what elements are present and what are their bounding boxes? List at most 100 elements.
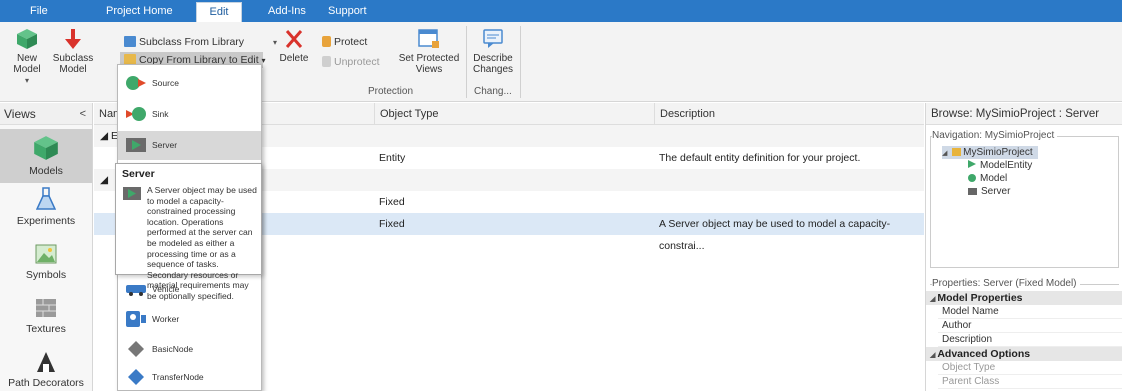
view-path-decorators[interactable]: Path Decorators	[0, 351, 92, 391]
delete-button[interactable]: Delete	[276, 28, 312, 64]
unprotect-button[interactable]: Unprotect	[322, 54, 380, 70]
dropdown-arrow-icon: ▾	[261, 56, 266, 65]
dropdown-item-source[interactable]: Source	[118, 69, 261, 98]
column-header-object-type[interactable]: Object Type	[374, 103, 654, 125]
server-icon	[123, 187, 141, 200]
new-model-label: New Model	[13, 53, 41, 75]
view-textures[interactable]: Textures	[0, 297, 92, 343]
tooltip-title: Server	[122, 168, 155, 180]
group-toggle[interactable]: ◢	[100, 169, 108, 191]
describe-changes-label-1: Describe	[473, 53, 513, 64]
property-row[interactable]: Object Type	[938, 361, 1122, 375]
path-decorators-icon	[37, 352, 55, 372]
cube-icon	[17, 29, 37, 49]
tree-item-modelentity[interactable]: ModelEntity	[968, 159, 1032, 172]
property-row[interactable]: Author	[938, 319, 1122, 333]
tooltip-text: A Server object may be used to model a c…	[147, 185, 257, 301]
cell-description: A Server object may be used to model a c…	[659, 218, 891, 252]
delete-label: Delete	[279, 53, 309, 64]
group-toggle[interactable]: ◢ E	[100, 125, 118, 147]
dropdown-item-sink[interactable]: Sink	[118, 100, 261, 129]
views-title: Views	[4, 107, 36, 121]
subclass-from-library-button[interactable]: Subclass From Library ▾	[124, 34, 277, 50]
arrow-down-icon	[65, 29, 81, 49]
dropdown-item-basicnode[interactable]: BasicNode	[118, 335, 261, 364]
folder-icon	[952, 148, 962, 156]
column-header-description[interactable]: Description	[654, 103, 924, 125]
server-icon	[126, 138, 146, 152]
view-label: Models	[29, 165, 63, 177]
ribbon-separator	[466, 26, 467, 98]
views-panel: Views < Models Experiments Symbols Textu…	[0, 103, 93, 391]
sink-icon	[126, 107, 146, 121]
tree-item-project[interactable]: ◢ MySimioProject	[942, 146, 1038, 159]
subclass-from-library-label: Subclass From Library	[139, 36, 245, 48]
model-icon	[968, 174, 976, 182]
textures-icon	[36, 299, 56, 317]
menu-bar: File Project Home Edit Add-Ins Support	[0, 0, 1122, 22]
delete-x-icon	[285, 30, 303, 48]
describe-changes-label-2: Changes	[472, 64, 514, 75]
view-label: Textures	[26, 323, 66, 335]
server-tooltip: Server A Server object may be used to mo…	[115, 163, 262, 301]
set-protected-views-label-1: Set Protected	[398, 53, 460, 64]
view-symbols[interactable]: Symbols	[0, 243, 92, 289]
protect-button[interactable]: Protect	[322, 34, 367, 50]
server-icon	[968, 188, 977, 195]
comment-icon	[483, 29, 503, 48]
library-icon	[124, 36, 136, 47]
view-models[interactable]: Models	[0, 129, 92, 183]
cell-description: The default entity definition for your p…	[659, 152, 861, 164]
properties-label: Properties: Server (Fixed Model)	[932, 278, 1080, 289]
symbols-icon	[35, 244, 57, 264]
tree-item-model[interactable]: Model	[968, 172, 1007, 185]
experiments-icon	[36, 187, 56, 210]
dropdown-item-server[interactable]: Server	[118, 131, 261, 160]
cell-object-type: Fixed	[379, 196, 405, 208]
new-model-button[interactable]: New Model ▾	[2, 28, 52, 86]
set-protected-views-label-2: Views	[415, 64, 443, 75]
basicnode-icon	[128, 341, 144, 357]
property-category[interactable]: ◢ Advanced Options	[926, 347, 1122, 361]
tab-project-home[interactable]: Project Home	[100, 0, 179, 22]
vehicle-icon	[126, 285, 146, 296]
transfernode-icon	[128, 369, 144, 385]
navigation-label: Navigation: MySimioProject	[932, 130, 1058, 141]
property-row[interactable]: Parent Class	[938, 375, 1122, 389]
tab-edit[interactable]: Edit	[196, 2, 242, 22]
unprotect-label: Unprotect	[334, 56, 380, 68]
tab-support[interactable]: Support	[322, 0, 373, 22]
set-protected-views-button[interactable]: Set Protected Views	[396, 28, 462, 75]
view-label: Experiments	[16, 215, 76, 227]
describe-changes-button[interactable]: Describe Changes	[470, 28, 516, 75]
view-experiments[interactable]: Experiments	[0, 187, 92, 233]
view-label: Path Decorators	[8, 377, 84, 389]
dropdown-item-worker[interactable]: Worker	[118, 305, 261, 334]
source-icon	[126, 76, 146, 90]
property-row[interactable]: Description	[938, 333, 1122, 347]
browse-title: Browse: MySimioProject : Server	[926, 103, 1122, 125]
collapse-button[interactable]: <	[80, 103, 86, 125]
ribbon-separator	[520, 26, 521, 98]
views-header: Views <	[0, 103, 92, 125]
subclass-model-button[interactable]: Subclass Model	[52, 28, 94, 75]
property-row[interactable]: Model Name	[938, 305, 1122, 319]
subclass-label-2: Model	[59, 64, 87, 75]
view-label: Symbols	[25, 269, 67, 281]
tab-add-ins[interactable]: Add-Ins	[262, 0, 312, 22]
changes-group-label: Chang...	[474, 86, 512, 97]
subclass-label-1: Subclass	[52, 53, 94, 64]
cell-object-type: Fixed	[379, 218, 405, 230]
cell-object-type: Entity	[379, 152, 406, 164]
dropdown-item-transfernode[interactable]: TransferNode	[118, 363, 261, 391]
protect-label: Protect	[334, 36, 368, 48]
models-icon	[34, 136, 58, 160]
property-category[interactable]: ◢ Model Properties	[926, 291, 1122, 305]
browse-panel: Browse: MySimioProject : Server Navigati…	[925, 103, 1122, 391]
protected-views-icon	[418, 29, 439, 48]
tree-item-server[interactable]: Server	[968, 185, 1010, 198]
protection-group-label: Protection	[368, 86, 414, 97]
worker-icon	[126, 311, 146, 327]
tab-file[interactable]: File	[24, 0, 54, 22]
unlock-icon	[322, 56, 331, 67]
